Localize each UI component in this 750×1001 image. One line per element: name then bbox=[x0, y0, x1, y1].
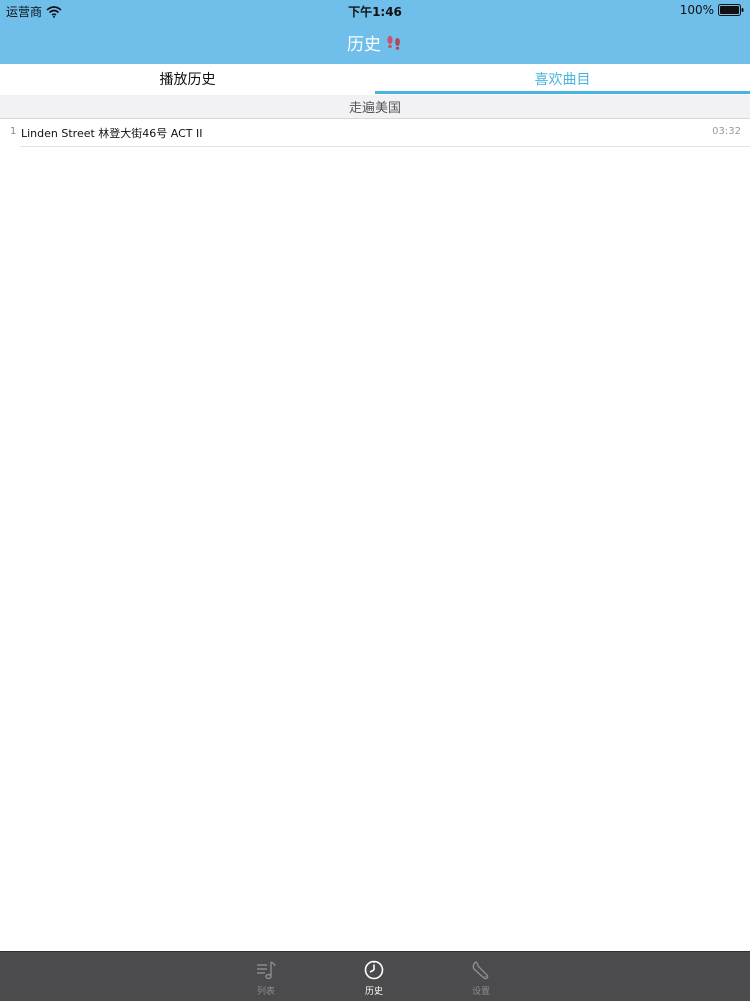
status-bar: 运营商 下午1:46 100% bbox=[0, 0, 750, 22]
tabbar-label-list: 列表 bbox=[256, 987, 275, 997]
tab-play-history-label: 播放历史 bbox=[159, 72, 216, 88]
music-list-icon bbox=[257, 961, 276, 980]
wrench-icon bbox=[472, 961, 489, 980]
tab-favorite-tracks-label: 喜欢曲目 bbox=[534, 72, 591, 88]
tabbar-item-settings[interactable]: 设置 bbox=[446, 952, 516, 1001]
tabbar-label-settings: 设置 bbox=[471, 987, 490, 997]
track-row[interactable]: 1 Linden Street 林登大街46号 ACT II 03:32 bbox=[0, 119, 750, 147]
tab-selected-indicator bbox=[375, 91, 750, 94]
row-divider bbox=[20, 146, 750, 147]
tabbar-item-list[interactable]: 列表 bbox=[231, 952, 301, 1001]
nav-title-group: 历史 bbox=[0, 28, 750, 56]
status-time: 下午1:46 bbox=[348, 5, 402, 19]
tab-favorite-tracks[interactable]: 喜欢曲目 bbox=[375, 64, 750, 94]
section-title: 走遍美国 bbox=[348, 101, 401, 116]
clock-icon bbox=[364, 960, 384, 980]
tab-play-history[interactable]: 播放历史 bbox=[0, 64, 375, 94]
track-index: 1 bbox=[10, 126, 17, 137]
section-header: 走遍美国 bbox=[0, 95, 750, 119]
track-duration: 03:32 bbox=[712, 126, 741, 137]
bottom-tab-bar: 列表 历史 设置 bbox=[0, 951, 750, 1001]
page-title: 历史 bbox=[347, 34, 381, 55]
footprints-icon bbox=[387, 35, 400, 50]
segmented-tabs: 播放历史 喜欢曲目 bbox=[0, 64, 750, 94]
navigation-header: 运营商 下午1:46 100% 历史 bbox=[0, 0, 750, 64]
tabbar-label-history: 历史 bbox=[364, 987, 383, 997]
battery-group: 100% bbox=[680, 3, 744, 17]
battery-percent: 100% bbox=[679, 3, 714, 17]
track-title: Linden Street 林登大街46号 ACT II bbox=[21, 127, 203, 140]
tabbar-item-history[interactable]: 历史 bbox=[339, 952, 409, 1001]
battery-icon bbox=[718, 4, 744, 16]
